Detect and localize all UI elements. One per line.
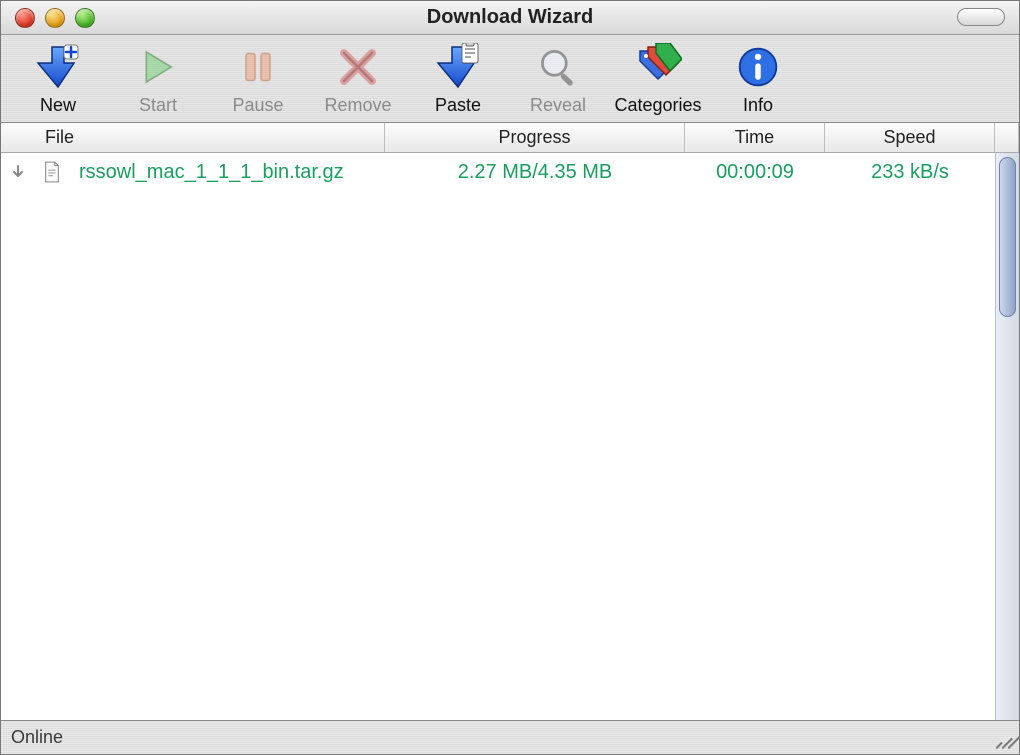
- start-button[interactable]: Start: [115, 41, 201, 116]
- table-row[interactable]: rssowl_mac_1_1_1_bin.tar.gz 2.27 MB/4.35…: [1, 153, 995, 191]
- row-file-name: rssowl_mac_1_1_1_bin.tar.gz: [69, 161, 385, 184]
- start-button-label: Start: [139, 95, 177, 116]
- status-bar: Online: [1, 720, 1019, 754]
- remove-x-icon: [330, 41, 386, 93]
- paste-button[interactable]: Paste: [415, 41, 501, 116]
- column-header-time[interactable]: Time: [685, 123, 825, 152]
- new-download-arrow-icon: [30, 41, 86, 93]
- new-button-label: New: [40, 95, 76, 116]
- scrollbar-thumb[interactable]: [999, 157, 1016, 317]
- paste-arrow-icon: [430, 41, 486, 93]
- new-button[interactable]: New: [15, 41, 101, 116]
- titlebar: Download Wizard: [1, 1, 1019, 35]
- column-header-progress[interactable]: Progress: [385, 123, 685, 152]
- info-button-label: Info: [743, 95, 773, 116]
- paste-button-label: Paste: [435, 95, 481, 116]
- toolbar: New Start Pause: [1, 35, 1019, 123]
- file-type-icon: [35, 161, 69, 183]
- downloads-list[interactable]: rssowl_mac_1_1_1_bin.tar.gz 2.27 MB/4.35…: [1, 153, 995, 720]
- app-window: Download Wizard New: [0, 0, 1020, 755]
- downloads-pane: rssowl_mac_1_1_1_bin.tar.gz 2.27 MB/4.35…: [1, 153, 1019, 720]
- row-speed: 233 kB/s: [825, 161, 995, 184]
- column-header-file[interactable]: File: [35, 123, 385, 152]
- row-status-icon: [1, 164, 35, 180]
- remove-button-label: Remove: [324, 95, 391, 116]
- column-headers: File Progress Time Speed: [1, 123, 1019, 153]
- categories-tags-icon: [630, 41, 686, 93]
- categories-button[interactable]: Categories: [615, 41, 701, 116]
- vertical-scrollbar[interactable]: [995, 153, 1019, 720]
- pause-button-label: Pause: [232, 95, 283, 116]
- magnifier-icon: [530, 41, 586, 93]
- pause-button[interactable]: Pause: [215, 41, 301, 116]
- info-icon: [730, 41, 786, 93]
- window-title: Download Wizard: [1, 6, 1019, 29]
- status-text: Online: [11, 727, 63, 748]
- resize-grip[interactable]: [987, 727, 1009, 749]
- reveal-button-label: Reveal: [530, 95, 586, 116]
- reveal-button[interactable]: Reveal: [515, 41, 601, 116]
- row-time: 00:00:09: [685, 161, 825, 184]
- toolbar-toggle-button[interactable]: [957, 8, 1005, 26]
- row-progress: 2.27 MB/4.35 MB: [385, 161, 685, 184]
- play-icon: [130, 41, 186, 93]
- column-header-status[interactable]: [1, 123, 35, 152]
- categories-button-label: Categories: [614, 95, 701, 116]
- info-button[interactable]: Info: [715, 41, 801, 116]
- column-header-speed[interactable]: Speed: [825, 123, 995, 152]
- remove-button[interactable]: Remove: [315, 41, 401, 116]
- column-header-scrollgap: [995, 123, 1019, 152]
- pause-icon: [230, 41, 286, 93]
